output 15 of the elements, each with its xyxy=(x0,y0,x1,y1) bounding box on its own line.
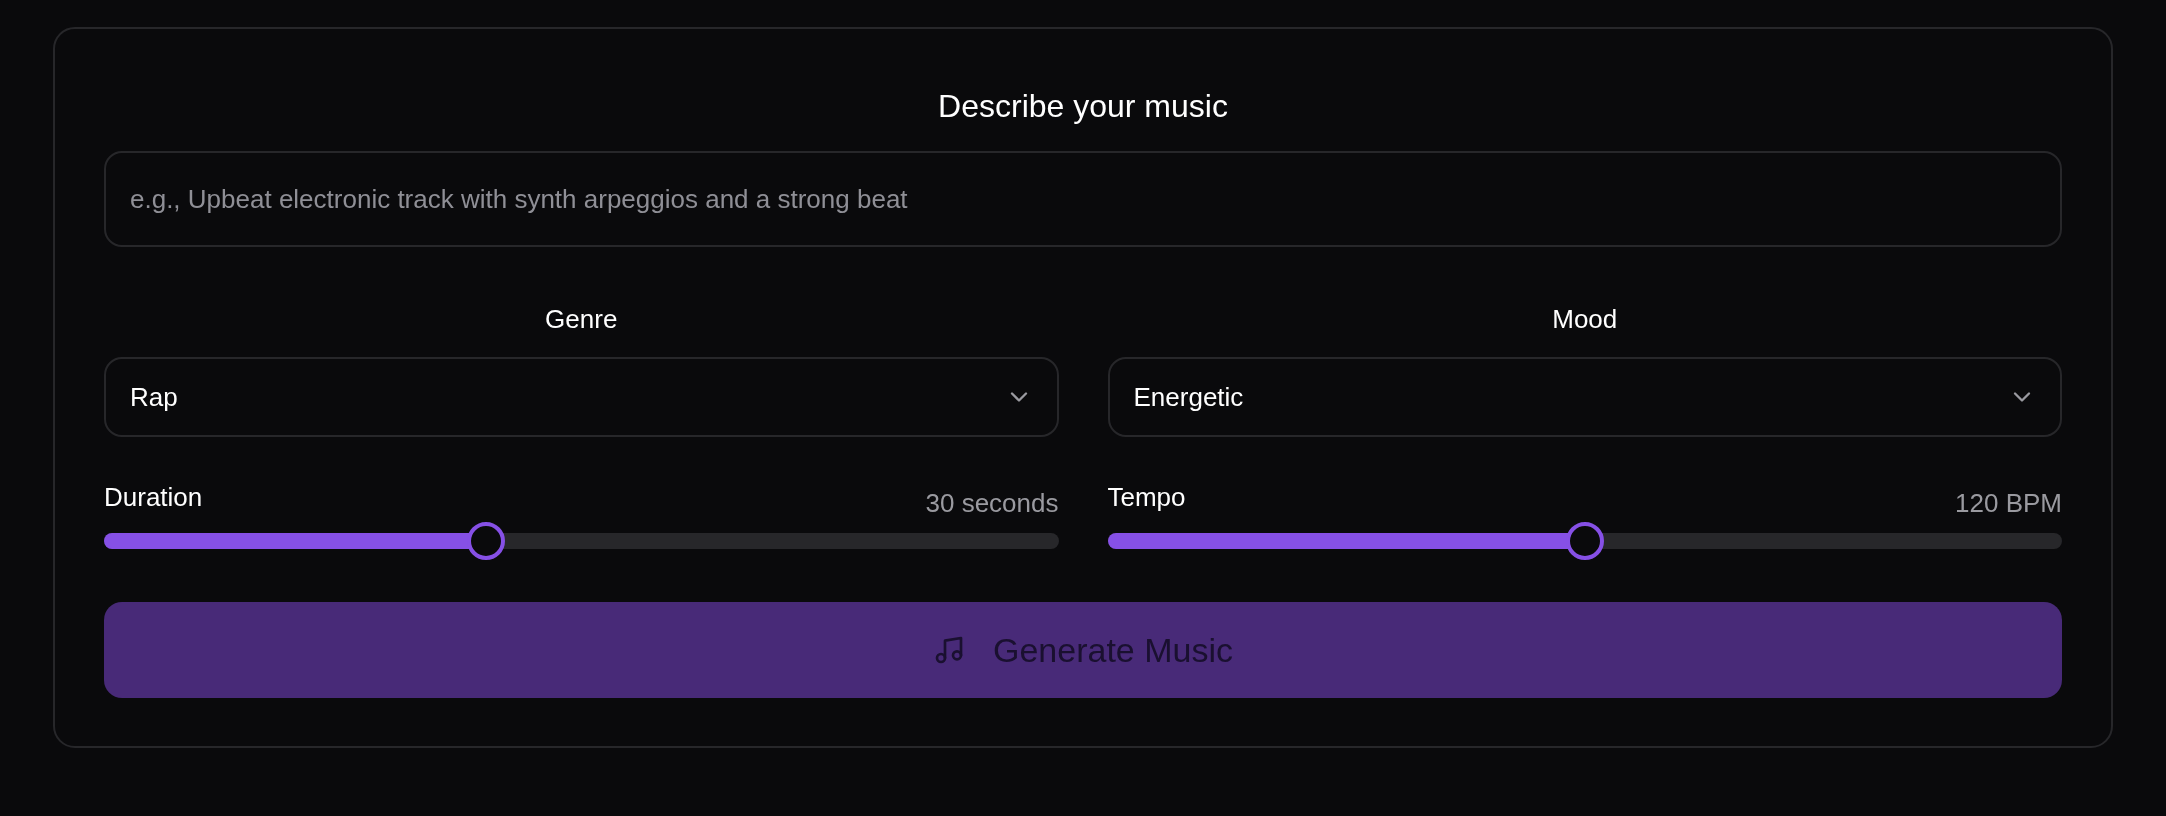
slider[interactable] xyxy=(104,522,1059,560)
music-note-icon xyxy=(933,634,965,666)
slider-label: Tempo xyxy=(1107,481,1186,513)
dropdown-select[interactable]: Rap xyxy=(104,357,1059,437)
description-field[interactable]: e.g., Upbeat electronic track with synth arpeggios and a strong beat xyxy=(104,151,2062,247)
slider-label: Duration xyxy=(104,481,203,513)
select-label: Genre xyxy=(544,303,619,336)
slider-thumb[interactable] xyxy=(1565,522,1604,560)
select-label: Mood xyxy=(1551,303,1619,336)
slider-value: 30 seconds xyxy=(925,487,1059,519)
slider-thumb[interactable] xyxy=(466,522,505,560)
slider-value: 120 BPM xyxy=(1955,487,2062,519)
dropdown-select[interactable]: Energetic xyxy=(1107,357,2062,437)
slider[interactable] xyxy=(1107,522,2062,560)
section-title: Describe your music xyxy=(937,87,1229,126)
